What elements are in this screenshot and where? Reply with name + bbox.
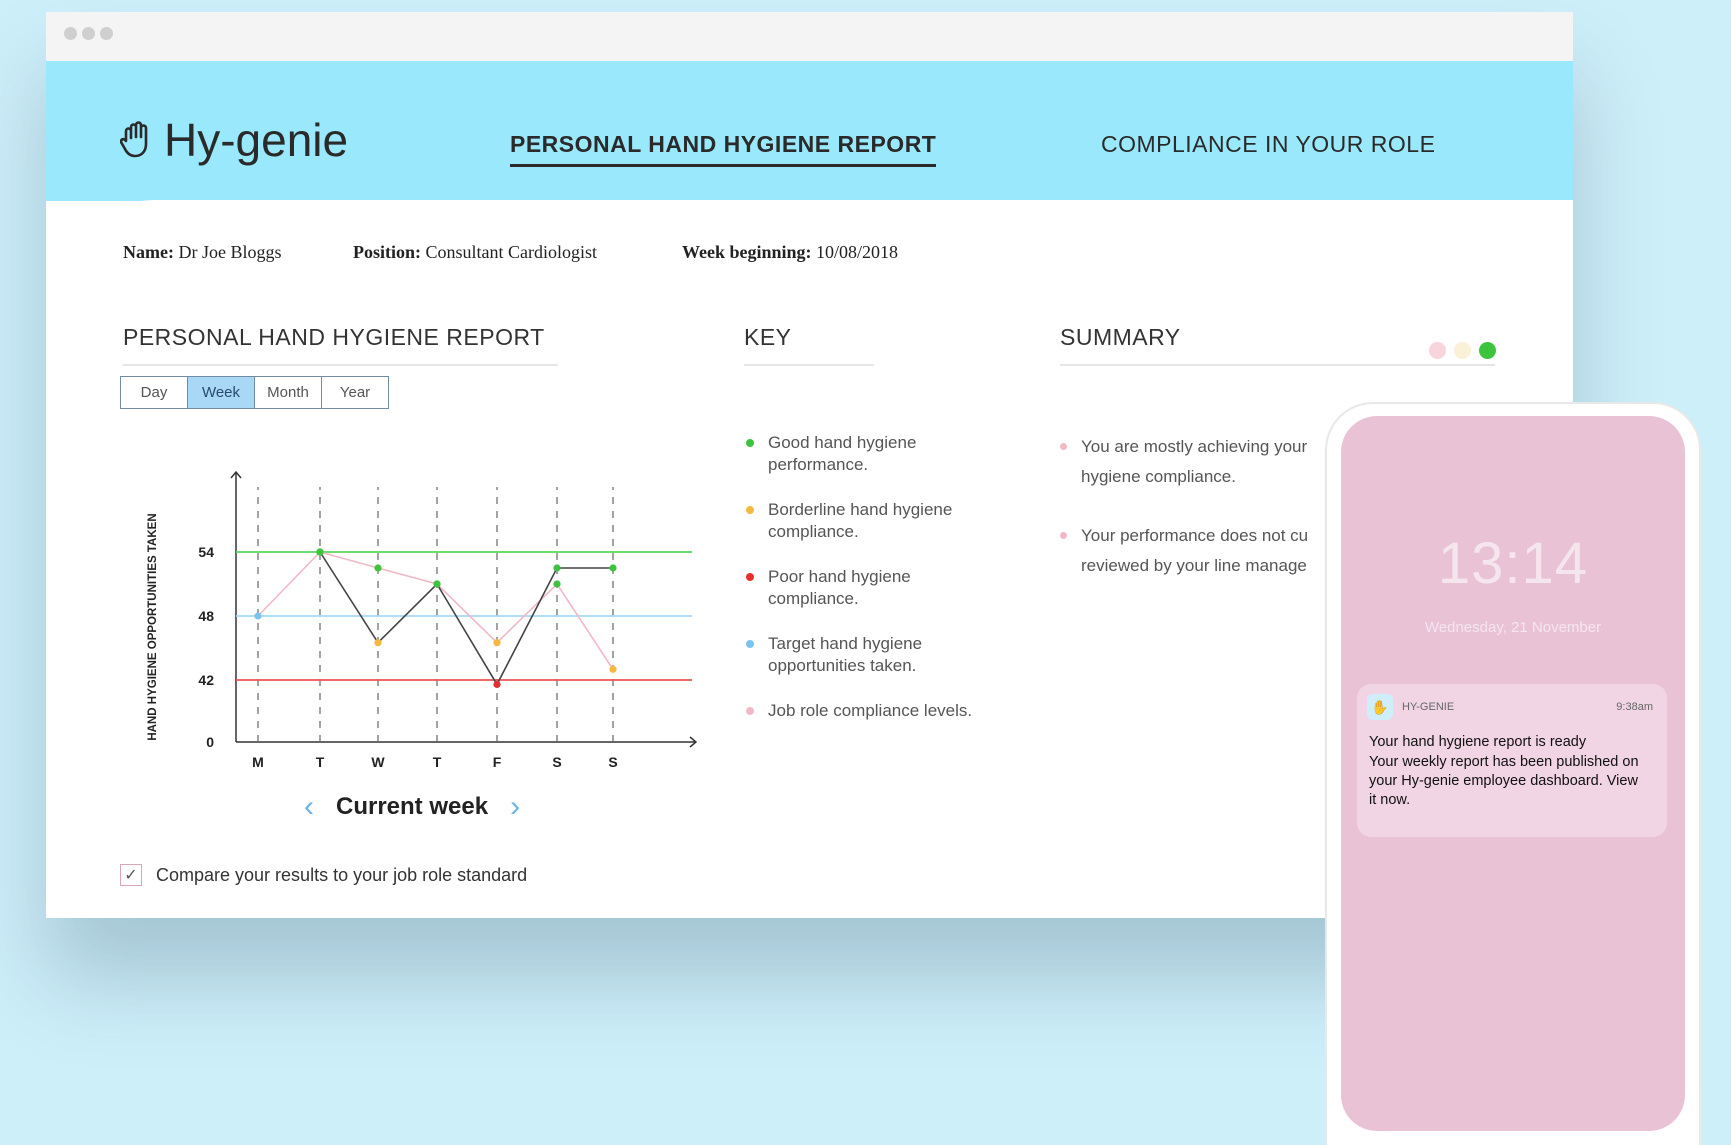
app-logo[interactable]: Hy-genie xyxy=(120,113,348,167)
window-dot[interactable] xyxy=(82,27,95,40)
logo-text: Hy-genie xyxy=(164,114,349,166)
data-point xyxy=(374,564,382,572)
window-dot[interactable] xyxy=(64,27,77,40)
meta-week: Week beginning: 10/08/2018 xyxy=(682,242,898,263)
notification-body: Your weekly report has been published on… xyxy=(1369,754,1639,808)
notification-time: 9:38am xyxy=(1616,701,1653,713)
summary-bullet xyxy=(1060,532,1067,539)
data-point xyxy=(374,639,382,647)
divider xyxy=(744,364,874,366)
y-axis-label: HAND HYGIENE OPPORTUNITIES TAKEN xyxy=(147,513,159,740)
key-item: Job role compliance levels. xyxy=(746,700,986,722)
period-tabs: Day Week Month Year xyxy=(120,376,389,409)
key-dot xyxy=(746,573,754,581)
name-value: Dr Joe Bloggs xyxy=(178,242,282,262)
x-tick-label: T xyxy=(316,754,325,770)
data-point xyxy=(493,639,501,647)
summary-item: You are mostly achieving your hygiene co… xyxy=(1060,432,1360,492)
position-value: Consultant Cardiologist xyxy=(425,242,598,262)
week-navigator: ‹ Current week › xyxy=(304,792,520,822)
window-dot[interactable] xyxy=(100,27,113,40)
key-label: Poor hand hygiene compliance. xyxy=(768,567,911,608)
meta-position: Position: Consultant Cardiologist xyxy=(353,242,597,263)
key-item: Poor hand hygiene compliance. xyxy=(746,566,986,610)
tab-personal-report[interactable]: PERSONAL HAND HYGIENE REPORT xyxy=(510,131,937,167)
summary-list: You are mostly achieving your hygiene co… xyxy=(1060,432,1360,610)
series-line xyxy=(319,551,613,687)
report-title: PERSONAL HAND HYGIENE REPORT xyxy=(123,324,545,350)
compare-checkbox[interactable]: ✓ xyxy=(120,864,142,886)
hand-icon: ✋ xyxy=(1367,694,1393,720)
key-dot xyxy=(746,707,754,715)
status-dot-red xyxy=(1429,342,1446,359)
key-list: Good hand hygiene performance. Borderlin… xyxy=(746,432,986,745)
y-tick-label: 0 xyxy=(206,734,214,750)
status-dot-amber xyxy=(1454,342,1471,359)
chevron-left-icon[interactable]: ‹ xyxy=(304,792,314,822)
app-header: Hy-genie PERSONAL HAND HYGIENE REPORT CO… xyxy=(46,61,1573,201)
hygiene-line-chart: M T W T F S S 0 42 48 54 HAND HYGIENE OPPORTUNITIES… xyxy=(147,470,698,770)
key-item: Good hand hygiene performance. xyxy=(746,432,986,476)
key-item: Target hand hygiene opportunities taken. xyxy=(746,633,986,677)
y-tick-label: 48 xyxy=(198,608,214,624)
data-point xyxy=(553,564,561,572)
key-label: Good hand hygiene performance. xyxy=(768,433,917,474)
name-label: Name: xyxy=(123,242,174,262)
x-tick-label: W xyxy=(371,754,385,770)
y-tick-label: 42 xyxy=(198,672,214,688)
compare-label: Compare your results to your job role st… xyxy=(156,864,528,885)
chevron-right-icon[interactable]: › xyxy=(510,792,520,822)
data-point xyxy=(553,580,561,588)
hand-icon xyxy=(120,121,148,158)
summary-title: SUMMARY xyxy=(1060,324,1181,350)
browser-titlebar xyxy=(46,12,1573,61)
week-nav-label: Current week xyxy=(336,793,489,820)
tab-month[interactable]: Month xyxy=(255,377,322,408)
x-tick-label: F xyxy=(493,754,502,770)
x-tick-label: S xyxy=(552,754,561,770)
compare-option[interactable]: ✓ Compare your results to your job role … xyxy=(120,864,527,886)
key-dot xyxy=(746,506,754,514)
meta-name: Name: Dr Joe Bloggs xyxy=(123,242,281,263)
tab-day[interactable]: Day xyxy=(121,377,188,408)
data-point xyxy=(254,612,262,620)
data-point xyxy=(609,665,617,673)
data-point xyxy=(433,580,441,588)
key-item: Borderline hand hygiene compliance. xyxy=(746,499,986,543)
x-tick-label: S xyxy=(608,754,617,770)
summary-item: Your performance does not cu reviewed by… xyxy=(1060,521,1360,581)
lock-date: Wednesday, 21 November xyxy=(1424,619,1602,636)
x-tick-label: T xyxy=(433,754,442,770)
y-tick-label: 54 xyxy=(198,544,214,560)
summary-text: Your performance does not cu reviewed by… xyxy=(1081,526,1309,575)
lock-screen: 13:14 Wednesday, 21 November ✋ HY-GENIE … xyxy=(1341,416,1685,1131)
key-label: Borderline hand hygiene compliance. xyxy=(768,500,953,541)
data-point xyxy=(316,548,324,556)
notification-title: Your hand hygiene report is ready xyxy=(1369,734,1587,750)
tab-compliance-role[interactable]: COMPLIANCE IN YOUR ROLE xyxy=(1101,131,1435,158)
lock-clock: 13:14 xyxy=(1437,531,1589,596)
status-dot-green xyxy=(1479,342,1496,359)
tab-week[interactable]: Week xyxy=(188,377,255,408)
position-label: Position: xyxy=(353,242,422,262)
data-point xyxy=(609,564,617,572)
data-point xyxy=(493,680,501,689)
week-label: Week beginning: xyxy=(682,242,812,262)
tab-year[interactable]: Year xyxy=(322,377,388,408)
divider xyxy=(123,364,558,366)
notification-card[interactable]: ✋ HY-GENIE 9:38am Your hand hygiene repo… xyxy=(1357,684,1667,837)
phone-mockup: 13:14 Wednesday, 21 November ✋ HY-GENIE … xyxy=(1327,404,1699,1145)
x-tick-label: M xyxy=(252,754,264,770)
key-title: KEY xyxy=(744,324,792,350)
summary-bullet xyxy=(1060,443,1067,450)
key-dot xyxy=(746,640,754,648)
week-value: 10/08/2018 xyxy=(816,242,899,262)
key-dot xyxy=(746,439,754,447)
key-label: Job role compliance levels. xyxy=(768,701,973,720)
key-label: Target hand hygiene opportunities taken. xyxy=(768,634,923,675)
summary-text: You are mostly achieving your hygiene co… xyxy=(1081,437,1308,486)
divider xyxy=(1060,364,1495,366)
notification-app: HY-GENIE xyxy=(1402,701,1455,713)
